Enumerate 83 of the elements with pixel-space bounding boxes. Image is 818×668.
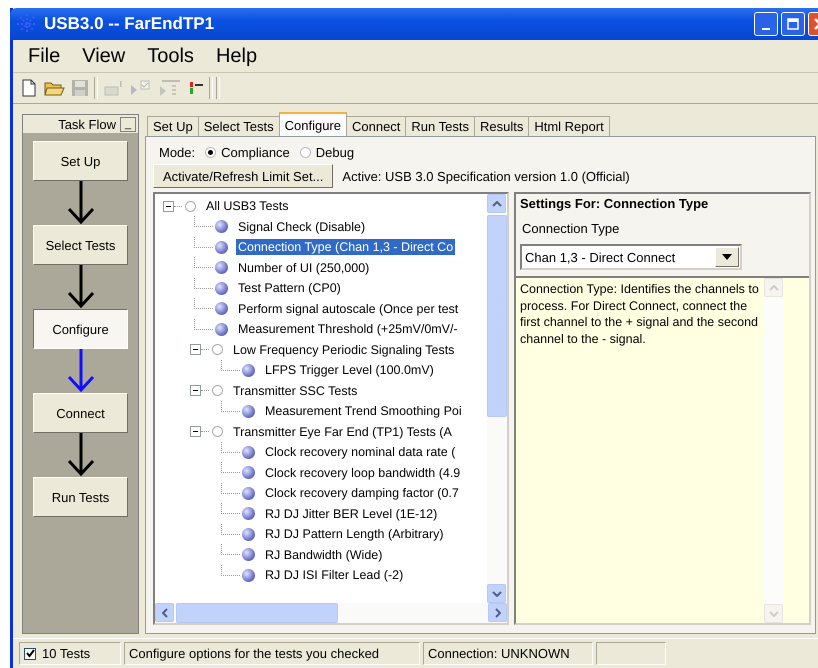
scrollbar[interactable] [155, 603, 507, 623]
menu-item[interactable]: File [17, 44, 72, 68]
sphere-icon [242, 404, 255, 418]
connection-status: Connection: UNKNOWN [428, 646, 570, 661]
tab[interactable]: Configure [278, 112, 347, 136]
sphere-icon [215, 240, 228, 254]
step-button[interactable]: Set Up [33, 141, 128, 181]
settings-title: Settings For: Connection Type [519, 195, 710, 213]
sphere-icon [242, 528, 255, 541]
down-arrow-icon [66, 181, 96, 225]
activate-button[interactable]: Activate/Refresh Limit Set... [153, 164, 334, 188]
tree-item[interactable]: LFPS Trigger Level (100.0mV) [263, 362, 436, 378]
tree-item[interactable]: RJ DJ Jitter BER Level (1E-12) [263, 506, 440, 522]
tree-item[interactable]: Signal Check (Disable) [236, 218, 368, 235]
tree-item[interactable]: RJ DJ Pattern Length (Arbitrary) [263, 526, 446, 542]
down-arrow-icon [66, 349, 96, 393]
radio-button[interactable]: Debug [300, 144, 354, 160]
radio-button[interactable]: Compliance [205, 144, 290, 160]
minimize-button[interactable] [754, 12, 778, 36]
collapse-icon[interactable] [163, 200, 174, 212]
tree-item[interactable]: RJ Bandwidth (Wide) [263, 546, 384, 563]
checkbox[interactable] [24, 648, 36, 660]
tab[interactable]: Set Up [147, 116, 199, 136]
circle-icon [185, 200, 196, 212]
sphere-icon [242, 486, 255, 500]
sphere-icon [215, 302, 228, 316]
sphere-icon [215, 322, 228, 336]
tree-item[interactable]: Clock recovery nominal data rate ( [263, 444, 458, 460]
tree-item[interactable]: Transmitter Eye Far End (TP1) Tests (A [231, 424, 454, 440]
tree-item[interactable]: Perform signal autoscale (Once per test [236, 300, 460, 317]
minimize-icon [762, 28, 770, 30]
down-arrow-icon [66, 433, 96, 477]
sphere-icon [242, 364, 255, 377]
circle-icon [212, 385, 223, 396]
tree-item[interactable]: Clock recovery damping factor (0.7 [263, 485, 461, 502]
collapse-icon[interactable] [190, 344, 201, 356]
status-message: Configure options for the tests you checked [129, 646, 380, 661]
window-title: USB3.0 -- FarEndTP1 [44, 14, 214, 34]
sphere-icon [242, 507, 255, 520]
maximize-button[interactable] [781, 12, 805, 36]
step-button[interactable]: Connect [33, 393, 128, 433]
maximize-icon [787, 18, 799, 30]
description-text: Connection Type: Identifies the channels to process. For Direct Connect, connect the first channel to the + signal and the second channel to the - signal. [519, 281, 760, 348]
tree-item[interactable]: Low Frequency Periodic Signaling Tests [231, 342, 456, 358]
sphere-icon [242, 568, 255, 582]
menu-item[interactable]: Help [204, 44, 268, 68]
tree-item[interactable]: Measurement Threshold (+25mV/0mV/- [236, 321, 460, 338]
menu-item[interactable]: View [71, 44, 136, 68]
mode-label: Mode: [159, 144, 196, 160]
step-button[interactable]: Run Tests [33, 477, 128, 517]
tab[interactable]: Html Report [528, 116, 610, 136]
collapse-icon[interactable] [190, 385, 201, 396]
circle-icon [212, 344, 223, 356]
sphere-icon [215, 261, 228, 274]
menu-item[interactable]: Tools [136, 44, 205, 68]
tree-item[interactable]: Transmitter SSC Tests [231, 382, 360, 399]
starburst-icon [16, 13, 38, 35]
dropdown[interactable]: Chan 1,3 - Direct Connect [520, 244, 742, 270]
circle-icon [212, 426, 223, 438]
down-arrow-icon [66, 265, 96, 309]
sphere-icon [215, 282, 228, 295]
scrollbar[interactable] [487, 194, 507, 603]
minimize-button[interactable]: _ [120, 116, 136, 132]
sphere-icon [242, 548, 255, 562]
tree-item[interactable]: Clock recovery loop bandwidth (4.9 [263, 464, 462, 481]
sphere-icon [242, 446, 255, 459]
tree-item[interactable]: Number of UI (250,000) [236, 260, 372, 276]
tree-item[interactable]: Connection Type (Chan 1,3 - Direct Co [236, 239, 456, 256]
collapse-icon[interactable] [190, 426, 201, 438]
active-limit-text: Active: USB 3.0 Specification version 1.0 (Official) [342, 168, 630, 184]
step-button[interactable]: Configure [33, 309, 128, 349]
tree-item[interactable]: RJ DJ ISI Filter Lead (-2) [263, 567, 406, 584]
tree-item[interactable]: Measurement Trend Smoothing Poi [263, 403, 464, 420]
test-count: 10 Tests [42, 646, 90, 661]
panel-title: Task Flow [58, 116, 116, 132]
field-label: Connection Type [521, 220, 620, 238]
caret-icon[interactable] [722, 254, 732, 260]
sphere-icon [215, 220, 228, 234]
tree-item[interactable]: All USB3 Tests [204, 198, 290, 214]
step-button[interactable]: Select Tests [33, 225, 128, 265]
sphere-icon [242, 466, 255, 480]
tree-item[interactable]: Test Pattern (CP0) [236, 280, 343, 296]
status-panel [596, 642, 666, 665]
